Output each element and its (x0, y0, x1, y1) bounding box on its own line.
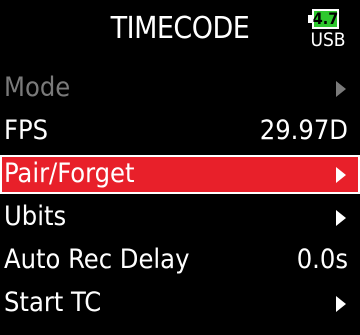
battery-voltage: 4.7 (312, 9, 339, 28)
menu-item-label: Start TC (4, 287, 102, 318)
menu-item-label: Ubits (4, 201, 67, 232)
timecode-menu: Mode FPS 29.97D Pair/Forget Ubits Auto R… (0, 69, 360, 327)
chevron-right-icon (336, 167, 346, 183)
battery-indicator: 4.7 USB (305, 7, 351, 55)
menu-item-value: 0.0s (296, 244, 348, 275)
menu-item-ubits[interactable]: Ubits (0, 198, 360, 237)
menu-item-auto-rec-delay[interactable]: Auto Rec Delay 0.0s (0, 241, 360, 280)
menu-item-start-tc[interactable]: Start TC (0, 284, 360, 323)
menu-item-label: Auto Rec Delay (4, 244, 190, 275)
menu-item-mode[interactable]: Mode (0, 69, 360, 108)
menu-item-label: Pair/Forget (4, 158, 135, 189)
menu-item-label: FPS (4, 115, 49, 146)
menu-item-fps[interactable]: FPS 29.97D (0, 112, 360, 151)
screen-header: TIMECODE 4.7 USB (0, 0, 360, 66)
chevron-right-icon (336, 296, 346, 312)
menu-item-label: Mode (4, 72, 71, 103)
chevron-right-icon (336, 81, 346, 97)
menu-item-value: 29.97D (259, 115, 348, 146)
menu-item-pair-forget[interactable]: Pair/Forget (0, 155, 360, 194)
chevron-right-icon (336, 210, 346, 226)
power-source-label: USB (310, 29, 346, 51)
